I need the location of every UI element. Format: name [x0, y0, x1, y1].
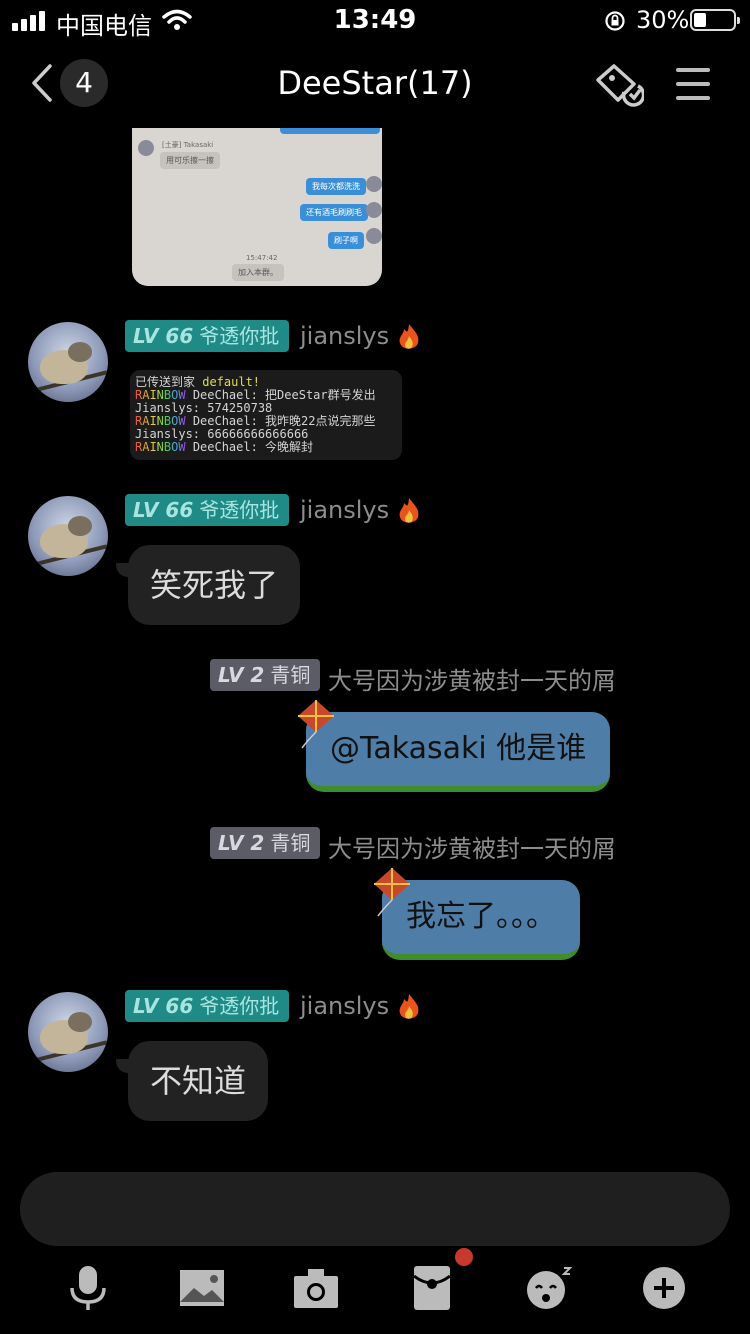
- level-badge: LV 66 爷透你批: [125, 990, 290, 1022]
- level-badge: LV 66 爷透你批: [125, 320, 290, 352]
- level-badge: LV 2 青铜: [210, 827, 321, 859]
- message-bubble[interactable]: 不知道: [115, 1041, 269, 1121]
- flame-icon: [399, 994, 419, 1019]
- flame-icon: [399, 324, 419, 349]
- status-bar: 中国电信 13:49 30%: [0, 0, 750, 40]
- kite-icon: [374, 868, 410, 917]
- sender-nickname[interactable]: jianslys: [300, 992, 389, 1020]
- camera-icon[interactable]: [292, 1266, 340, 1310]
- microphone-icon[interactable]: [64, 1266, 112, 1310]
- screenshot-outgoing-3: 刷子啊: [328, 232, 364, 249]
- message-input[interactable]: [20, 1172, 730, 1246]
- battery-percent: 30%: [636, 6, 690, 34]
- level-badge: LV 2 青铜: [210, 659, 321, 691]
- game-chat-image[interactable]: 已传送到家 default! RAINBOW DeeChael: 把DeeSta…: [130, 370, 402, 460]
- sender-nickname[interactable]: jianslys: [300, 322, 389, 350]
- avatar[interactable]: [28, 496, 108, 576]
- rotation-lock-icon: [605, 11, 625, 31]
- sender-nickname[interactable]: jianslys: [300, 496, 389, 524]
- screenshot-system: 加入本群。: [232, 264, 284, 281]
- level-badge: LV 66 爷透你批: [125, 494, 290, 526]
- screenshot-incoming: 用可乐擦一擦: [160, 152, 220, 169]
- avatar[interactable]: [28, 322, 108, 402]
- plus-icon[interactable]: [640, 1266, 688, 1310]
- notification-dot: [455, 1248, 473, 1266]
- battery-icon: [690, 9, 740, 31]
- message-bubble[interactable]: 笑死我了: [115, 545, 301, 625]
- menu-icon[interactable]: [676, 68, 710, 110]
- flame-icon: [399, 498, 419, 523]
- avatar[interactable]: [28, 992, 108, 1072]
- red-packet-icon[interactable]: [408, 1266, 456, 1310]
- screenshot-time: 15:47:42: [246, 254, 278, 262]
- screenshot-outgoing-2: 还有酒毛刷刷毛: [300, 204, 368, 221]
- tag-icon[interactable]: [594, 62, 644, 108]
- shared-screenshot-image[interactable]: [土豪] Takasaki 用可乐擦一擦 我每次都洗洗 还有酒毛刷刷毛 刷子啊 …: [132, 128, 382, 286]
- sender-nickname[interactable]: 大号因为涉黄被封一天的屑: [328, 829, 616, 864]
- sticker-icon[interactable]: [524, 1266, 572, 1310]
- message-bubble[interactable]: @Takasaki 他是谁: [306, 712, 611, 792]
- image-icon[interactable]: [178, 1266, 226, 1310]
- kite-icon: [298, 700, 334, 749]
- screenshot-sender: [土豪] Takasaki: [162, 141, 214, 149]
- screenshot-outgoing-1: 我每次都洗洗: [306, 178, 366, 195]
- sender-nickname[interactable]: 大号因为涉黄被封一天的屑: [328, 661, 616, 696]
- game-chat-line: RAINBOW DeeChael: 今晚解封: [135, 440, 314, 454]
